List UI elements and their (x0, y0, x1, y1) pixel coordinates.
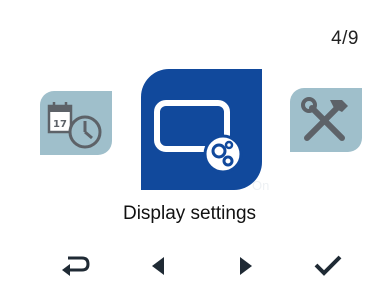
back-button[interactable] (58, 250, 94, 280)
menu-title: Display settings (122, 203, 257, 224)
state-hint: On (252, 178, 270, 193)
triangle-left-icon (152, 257, 164, 275)
display-settings-screen: 4/9 17 On Display settings (0, 0, 379, 289)
triangle-right-icon (240, 257, 252, 275)
menu-item-display-settings[interactable] (141, 69, 262, 190)
menu-item-calendar-clock[interactable]: 17 (40, 91, 112, 155)
confirm-button[interactable] (310, 250, 346, 280)
previous-button[interactable] (142, 250, 178, 280)
checkmark-icon (314, 255, 342, 276)
next-button[interactable] (226, 250, 262, 280)
display-settings-icon (154, 100, 243, 174)
svg-text:17: 17 (53, 119, 67, 130)
page-counter: 4/9 (331, 28, 359, 49)
back-arrow-icon (62, 256, 90, 276)
menu-item-tools[interactable] (290, 88, 362, 152)
tools-icon (301, 97, 348, 141)
calendar-clock-icon: 17 (47, 102, 102, 149)
